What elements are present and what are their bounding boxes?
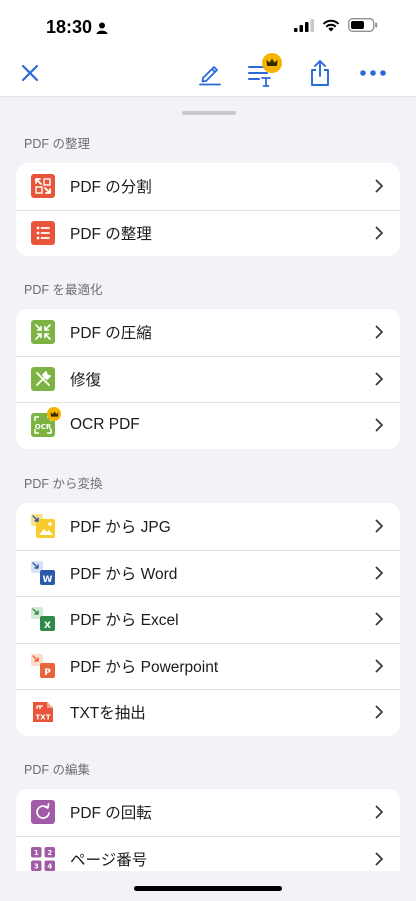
compress-icon xyxy=(31,320,55,344)
list-item-label: OCR PDF xyxy=(70,416,140,434)
list-item-repair[interactable]: 修復 xyxy=(16,355,400,403)
group-edit: PDF の回転 1 2 3 4 ページ番号 xyxy=(16,789,400,871)
list-item-label: PDF から Word xyxy=(70,565,178,583)
list-item-label: 修復 xyxy=(70,371,102,389)
share-icon xyxy=(311,60,329,86)
section-title-organize: PDF の整理 xyxy=(24,137,90,151)
list-item-extract-txt[interactable]: TXT TXTを抽出 xyxy=(16,689,400,736)
svg-text:W: W xyxy=(43,575,53,585)
crown-icon xyxy=(50,411,58,417)
premium-badge xyxy=(262,53,282,73)
list-item-label: PDF から Powerpoint xyxy=(70,658,219,676)
group-optimize: PDF の圧縮 修復 OCR OCR PDF xyxy=(16,309,400,449)
chevron-right-icon xyxy=(375,418,383,432)
svg-text:P: P xyxy=(44,668,51,678)
list-item-label: PDF の圧縮 xyxy=(70,325,152,343)
list-item-organize[interactable]: PDF の整理 xyxy=(16,209,400,257)
tools-sheet: PDF の整理 PDF の分割 PDF の整理 PDF を最適化 PDF の圧縮… xyxy=(0,96,416,901)
word-icon: W xyxy=(31,560,55,585)
list-item-compress[interactable]: PDF の圧縮 xyxy=(16,309,400,356)
svg-text:2: 2 xyxy=(47,849,52,857)
svg-text:4: 4 xyxy=(47,862,52,870)
sheet-grabber[interactable] xyxy=(182,111,236,115)
repair-icon xyxy=(31,366,55,391)
svg-text:3: 3 xyxy=(34,862,39,870)
svg-text:OCR: OCR xyxy=(35,423,52,431)
chevron-right-icon xyxy=(375,519,383,533)
list-item-to-word[interactable]: W PDF から Word xyxy=(16,549,400,597)
chevron-right-icon xyxy=(375,179,383,193)
annotate-button[interactable] xyxy=(195,58,225,88)
list-item-label: PDF の回転 xyxy=(70,805,152,823)
page-number-icon: 1 2 3 4 xyxy=(31,846,55,871)
svg-text:TXT: TXT xyxy=(36,714,51,722)
split-icon xyxy=(31,174,55,198)
status-time-text: 18:30 xyxy=(46,17,93,37)
list-item-rotate[interactable]: PDF の回転 xyxy=(16,789,400,836)
list-item-label: PDF の整理 xyxy=(70,225,152,243)
signal-icon xyxy=(294,18,314,32)
list-item-label: PDF から Excel xyxy=(70,612,179,630)
list-item-to-excel[interactable]: X PDF から Excel xyxy=(16,596,400,643)
list-item-page-numbers[interactable]: 1 2 3 4 ページ番号 xyxy=(16,835,400,872)
list-item-label: ページ番号 xyxy=(70,851,148,869)
chevron-right-icon xyxy=(375,612,383,626)
close-icon xyxy=(21,64,39,82)
jpg-icon xyxy=(31,514,55,538)
list-item-label: PDF の分割 xyxy=(70,179,152,197)
toolbar xyxy=(0,50,416,96)
chevron-right-icon xyxy=(375,372,383,385)
list-item-ocr[interactable]: OCR OCR PDF xyxy=(16,402,400,449)
chevron-right-icon xyxy=(375,325,383,339)
more-button[interactable] xyxy=(358,58,388,88)
chevron-right-icon xyxy=(375,659,383,672)
organize-icon xyxy=(31,220,55,245)
share-button[interactable] xyxy=(305,58,335,88)
battery-icon xyxy=(348,18,378,32)
svg-text:1: 1 xyxy=(34,849,39,857)
status-bar: 18:30 xyxy=(0,0,416,50)
status-indicators xyxy=(294,18,378,32)
svg-text:X: X xyxy=(44,621,51,631)
section-title-convert: PDF から変換 xyxy=(24,477,103,491)
chevron-right-icon xyxy=(375,852,383,865)
section-title-edit: PDF の編集 xyxy=(24,763,90,777)
list-item-label: TXTを抽出 xyxy=(70,705,146,723)
excel-icon: X xyxy=(31,607,55,631)
list-item-to-powerpoint[interactable]: P PDF から Powerpoint xyxy=(16,642,400,690)
home-indicator[interactable] xyxy=(134,886,282,891)
more-icon xyxy=(360,70,386,76)
group-convert: PDF から JPG W PDF から Word X PDF から Excel xyxy=(16,503,400,736)
chevron-right-icon xyxy=(375,805,383,819)
status-time: 18:30 xyxy=(46,17,108,38)
pencil-icon xyxy=(199,66,221,86)
chevron-right-icon xyxy=(375,705,383,719)
list-item-label: PDF から JPG xyxy=(70,519,171,537)
chevron-right-icon xyxy=(375,226,383,239)
txt-icon: TXT xyxy=(33,702,53,722)
powerpoint-icon: P xyxy=(31,653,55,678)
premium-badge xyxy=(47,407,61,421)
list-item-to-jpg[interactable]: PDF から JPG xyxy=(16,503,400,550)
close-button[interactable] xyxy=(15,58,45,88)
person-icon xyxy=(96,22,108,34)
list-item-split[interactable]: PDF の分割 xyxy=(16,163,400,210)
chevron-right-icon xyxy=(375,566,383,579)
crown-icon xyxy=(266,58,278,66)
group-organize: PDF の分割 PDF の整理 xyxy=(16,163,400,256)
wifi-icon xyxy=(322,19,340,31)
section-title-optimize: PDF を最適化 xyxy=(24,283,103,297)
rotate-icon xyxy=(31,800,55,824)
